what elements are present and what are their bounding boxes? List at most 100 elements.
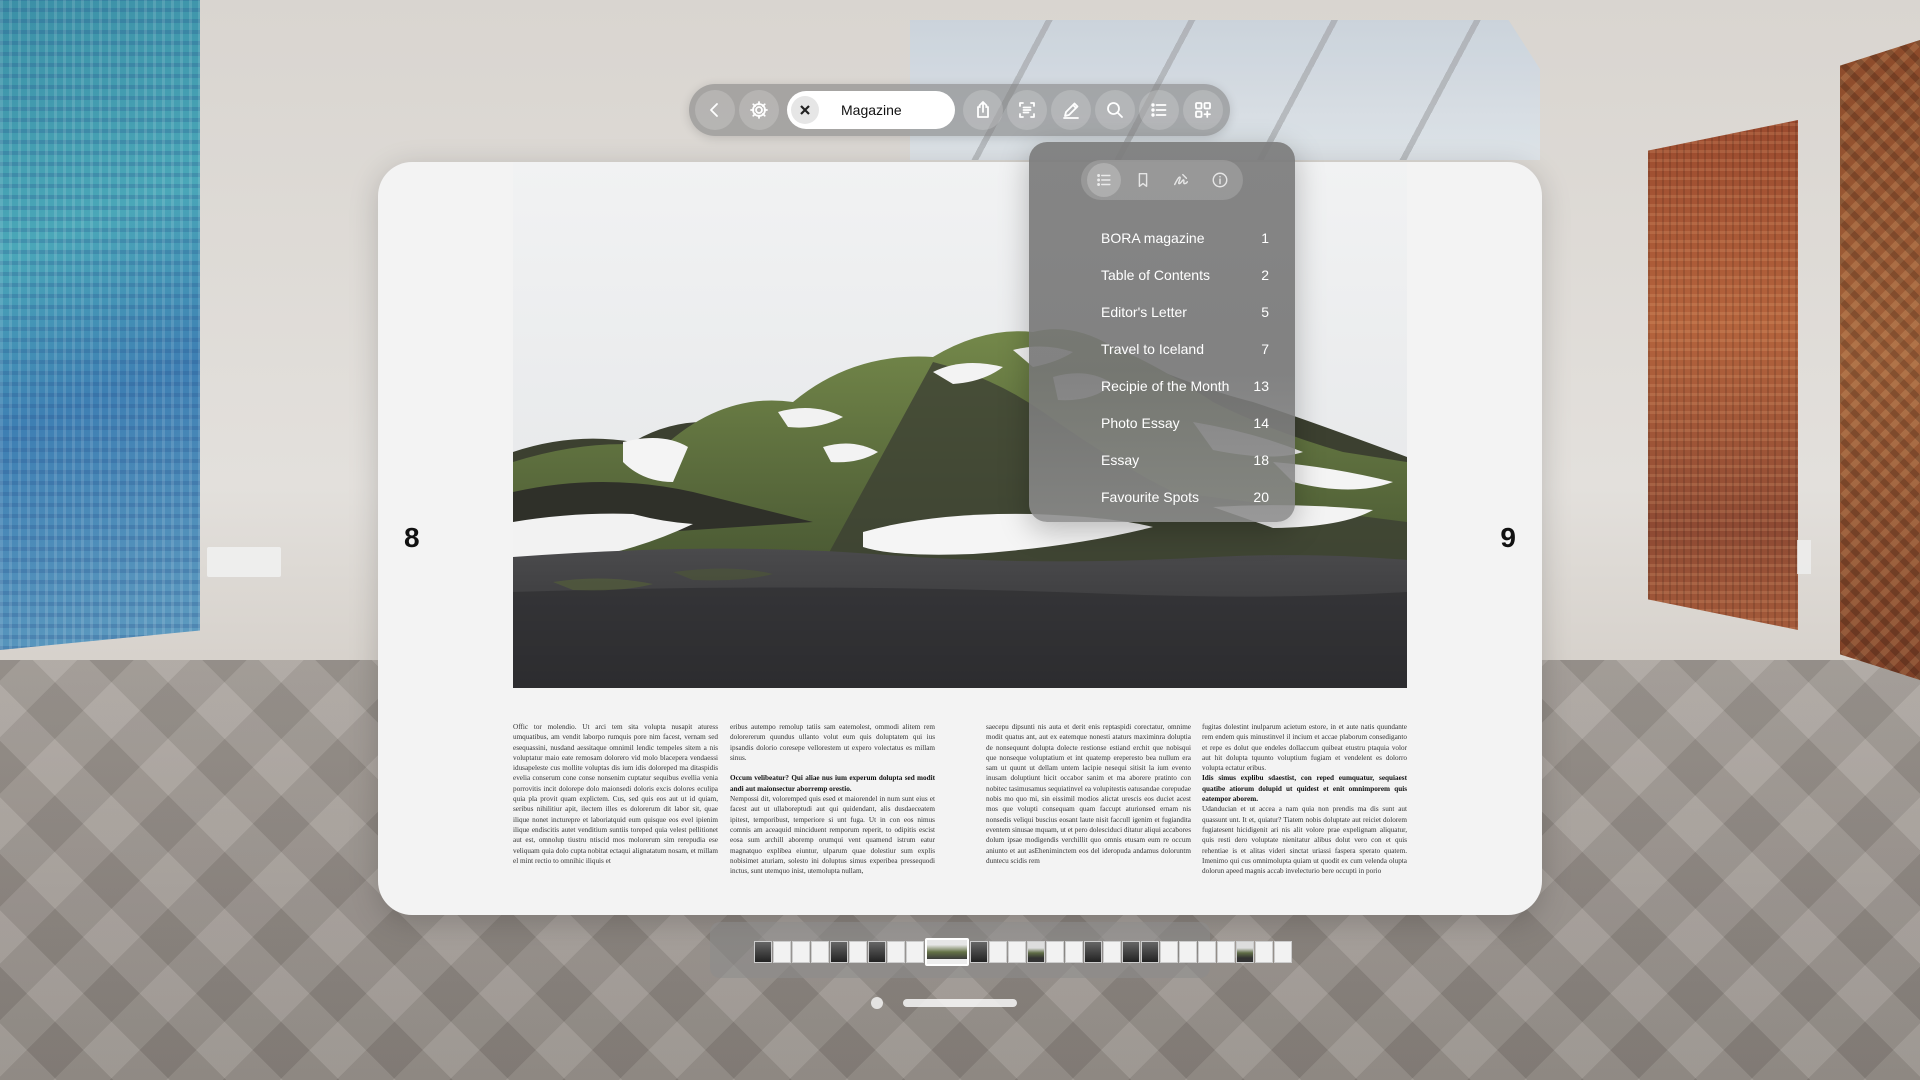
search-icon	[1107, 102, 1123, 118]
settings-button[interactable]	[739, 90, 779, 130]
page-thumbnail[interactable]	[1255, 941, 1273, 963]
toc-item-title: BORA magazine	[1101, 229, 1205, 246]
page-thumbnail[interactable]	[811, 941, 829, 963]
search-button[interactable]	[1095, 90, 1135, 130]
page-thumbnail[interactable]	[849, 941, 867, 963]
article-pullquote: Occum velibeatur? Qui aliae nus ium expe…	[730, 774, 935, 793]
page-thumbnail[interactable]	[1217, 941, 1235, 963]
toc-item-title: Essay	[1101, 451, 1140, 468]
artwork-placard-right	[1797, 540, 1811, 574]
window-pager-dot[interactable]	[871, 997, 883, 1009]
toc-item-title: Table of Contents	[1101, 266, 1210, 283]
page-thumbnail[interactable]	[1179, 941, 1197, 963]
page-thumbnail[interactable]	[773, 941, 791, 963]
page-thumbnail[interactable]	[970, 941, 988, 963]
page-thumbnail[interactable]	[1274, 941, 1292, 963]
toc-item[interactable]: Recipie of the Month 13	[1101, 367, 1269, 404]
tab-info[interactable]	[1203, 163, 1237, 197]
article-column: saecepu dipsunti nis auta et derit enis …	[986, 722, 1191, 892]
article-text: Udanducian et ut accea a nam quia non pr…	[1202, 805, 1407, 876]
toc-item[interactable]: Essay 18	[1101, 441, 1269, 478]
artwork-far-right	[1840, 40, 1920, 680]
toc-item-title: Editor's Letter	[1101, 303, 1187, 320]
page-thumbnail[interactable]	[1103, 941, 1121, 963]
toc-item-title: Travel to Iceland	[1101, 340, 1204, 357]
page-thumbnail[interactable]	[887, 941, 905, 963]
article-pullquote: Idis simus explibu sdaestist, con reped …	[1202, 774, 1407, 804]
artwork-left	[0, 0, 200, 650]
toc-item-page: 18	[1253, 451, 1269, 468]
artwork-placard-left	[207, 547, 281, 577]
close-document-button[interactable]	[791, 96, 819, 124]
page-thumbnail[interactable]	[830, 941, 848, 963]
toc-item[interactable]: Favourite Spots 20	[1101, 478, 1269, 515]
toc-item[interactable]: Photo Essay 14	[1101, 404, 1269, 441]
page-thumbnail[interactable]	[1046, 941, 1064, 963]
toc-tab-bar	[1081, 160, 1243, 200]
page-thumbnail[interactable]	[1122, 941, 1140, 963]
toc-item-page: 5	[1261, 303, 1269, 320]
share-button[interactable]	[963, 90, 1003, 130]
page-thumbnail[interactable]	[1160, 941, 1178, 963]
article-text: Offic tor molendio. Ut arci tem sita vol…	[513, 723, 718, 865]
page-thumbnail[interactable]	[792, 941, 810, 963]
text-recognition-icon	[1019, 102, 1035, 118]
page-thumbnail[interactable]	[989, 941, 1007, 963]
toc-list: BORA magazine 1 Table of Contents 2 Editor…	[1101, 219, 1269, 515]
article-text: eribus autempo remolup tatiis sam eatemo…	[730, 723, 935, 762]
page-thumbnail[interactable]	[1065, 941, 1083, 963]
toc-item-page: 14	[1253, 414, 1269, 431]
back-button[interactable]	[695, 90, 735, 130]
markup-icon	[1063, 102, 1079, 119]
tab-bookmarks[interactable]	[1126, 163, 1160, 197]
page-thumbnail[interactable]	[868, 941, 886, 963]
page-thumbnail[interactable]	[1008, 941, 1026, 963]
bookmark-icon	[1138, 172, 1148, 188]
thumbnail-row	[754, 938, 1292, 966]
markup-button[interactable]	[1051, 90, 1091, 130]
page-thumbnail[interactable]	[1027, 941, 1045, 963]
toc-item-title: Photo Essay	[1101, 414, 1180, 431]
tab-contents[interactable]	[1087, 163, 1122, 197]
article-column: eribus autempo remolup tatiis sam eatemo…	[730, 722, 935, 892]
table-of-contents-popover: BORA magazine 1 Table of Contents 2 Editor…	[1029, 142, 1295, 522]
top-toolbar: Magazine	[689, 84, 1230, 136]
grid-view-button[interactable]	[1183, 90, 1223, 130]
toc-item[interactable]: BORA magazine 1	[1101, 219, 1269, 256]
table-of-contents-button[interactable]	[1139, 90, 1179, 130]
page-thumbnail[interactable]	[1084, 941, 1102, 963]
document-title-pill: Magazine	[787, 91, 955, 129]
toc-item[interactable]: Travel to Iceland 7	[1101, 330, 1269, 367]
page-thumbnail[interactable]	[1236, 941, 1254, 963]
tab-annotations[interactable]	[1164, 163, 1198, 197]
list-icon	[1151, 103, 1167, 117]
article-column: Offic tor molendio. Ut arci tem sita vol…	[513, 722, 718, 892]
toc-item-page: 2	[1261, 266, 1269, 283]
text-recognition-button[interactable]	[1007, 90, 1047, 130]
page-thumbnail-strip	[710, 922, 1292, 978]
toc-item-title: Recipie of the Month	[1101, 377, 1230, 394]
artwork-right	[1648, 120, 1798, 630]
left-page-number: 8	[404, 522, 420, 553]
page-thumbnail[interactable]	[906, 941, 924, 963]
toc-item-page: 13	[1253, 377, 1269, 394]
list-icon	[1097, 174, 1111, 186]
toc-item[interactable]: Table of Contents 2	[1101, 256, 1269, 293]
toc-item[interactable]: Editor's Letter 5	[1101, 293, 1269, 330]
page-thumbnail[interactable]	[754, 941, 772, 963]
toc-item-page: 1	[1261, 229, 1269, 246]
page-thumbnail[interactable]	[1141, 941, 1159, 963]
grid-icon	[1195, 102, 1211, 118]
magazine-spread[interactable]: 8 9 Offic tor molendio. Ut arci tem sita…	[378, 162, 1542, 915]
article-text: saecepu dipsunti nis auta et derit enis …	[986, 723, 1191, 865]
window-grabber-bar[interactable]	[903, 999, 1017, 1007]
article-text: Nempossi dit, voloremped quis esed et ma…	[730, 795, 935, 876]
page-thumbnail[interactable]	[1198, 941, 1216, 963]
article-text: fugitas dolestint inulparum acietum esto…	[1202, 723, 1407, 773]
close-icon	[800, 105, 810, 115]
share-icon	[977, 101, 989, 118]
info-icon	[1212, 172, 1228, 188]
chevron-left-icon	[710, 103, 718, 117]
right-page-number: 9	[1500, 522, 1516, 553]
current-page-thumbnail[interactable]	[925, 938, 969, 966]
